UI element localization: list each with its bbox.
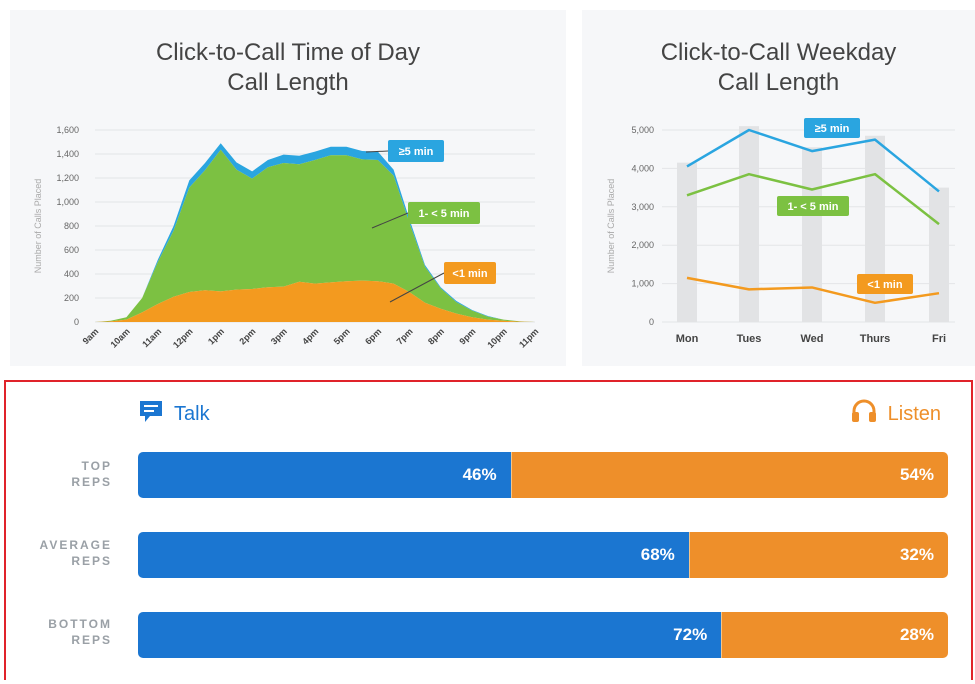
row-label-bottom-reps: BOTTOM REPS xyxy=(16,616,112,648)
row-label-line: TOP xyxy=(81,459,112,473)
total-bar xyxy=(865,135,885,322)
annotation-label: 1- < 5 min xyxy=(787,201,838,213)
bar-label-listen: 54% xyxy=(899,465,934,484)
annotation-leader-line xyxy=(365,150,389,153)
bar-segment-listen: 28% xyxy=(721,612,948,658)
annotation-label: ≥5 min xyxy=(399,146,434,158)
legend-listen-label: Listen xyxy=(887,402,941,425)
y-axis-label: Number of Calls Placed xyxy=(606,179,616,274)
weekday-title-line-1: Click-to-Call Weekday xyxy=(660,39,897,66)
x-tick-label: 9am xyxy=(81,326,101,346)
bar-bottom-reps: 72% 28% xyxy=(138,612,948,658)
total-bar xyxy=(677,162,697,322)
y-tick-label: 1,200 xyxy=(56,173,79,183)
bar-segment-talk: 72% xyxy=(138,612,722,658)
row-label-top-reps: TOP REPS xyxy=(16,458,112,490)
headphones-icon xyxy=(850,398,878,430)
bar-segment-listen: 54% xyxy=(510,452,948,498)
bar-label-listen: 28% xyxy=(899,625,934,644)
y-tick-label: 800 xyxy=(64,221,79,231)
time-of-day-title-line-1: Click-to-Call Time of Day xyxy=(155,39,421,66)
row-label-line: BOTTOM xyxy=(48,617,112,631)
x-tick-label: 1pm xyxy=(206,326,226,346)
y-tick-label: 0 xyxy=(649,317,654,327)
y-axis-label: Number of Calls Placed xyxy=(33,179,43,274)
bar-label-listen: 32% xyxy=(899,545,934,564)
x-tick-label: 11pm xyxy=(517,326,540,349)
annotation-label: ≥5 min xyxy=(815,123,850,135)
bar-average-reps: 68% 32% xyxy=(138,532,948,578)
y-tick-label: 1,600 xyxy=(56,125,79,135)
talk-listen-chart: Talk Listen TOP REPS 46% 54% AVERAGE REP… xyxy=(4,380,973,680)
chat-bubble-icon xyxy=(138,398,164,430)
legend-talk: Talk xyxy=(138,398,210,430)
annotation-label: <1 min xyxy=(867,279,902,291)
bar-segment-listen: 32% xyxy=(688,532,948,578)
annotation-label: 1- < 5 min xyxy=(418,208,469,220)
total-bar xyxy=(739,126,759,322)
bar-top-reps: 46% 54% xyxy=(138,452,948,498)
y-tick-label: 4,000 xyxy=(631,163,654,173)
x-tick-label: 10am xyxy=(108,326,131,349)
time-of-day-title-line-2: Call Length xyxy=(227,69,349,96)
weekday-chart-panel: Click-to-Call Weekday Call Length 0 1,000… xyxy=(582,10,975,366)
y-tick-label: 0 xyxy=(74,317,79,327)
x-tick-label: 9pm xyxy=(457,326,477,346)
x-tick-label: 6pm xyxy=(363,326,383,346)
bar-label-talk: 68% xyxy=(640,545,675,564)
y-tick-label: 3,000 xyxy=(631,202,654,212)
bar-label-talk: 46% xyxy=(462,465,497,484)
x-tick-label: Fri xyxy=(932,333,946,345)
bar-segment-talk: 46% xyxy=(138,452,511,498)
row-label-line: AVERAGE xyxy=(39,538,112,552)
total-bar xyxy=(802,147,822,322)
y-tick-label: 200 xyxy=(64,293,79,303)
bar-label-talk: 72% xyxy=(673,625,708,644)
y-tick-label: 400 xyxy=(64,269,79,279)
row-label-line: REPS xyxy=(71,633,112,647)
x-tick-label: 2pm xyxy=(237,326,257,346)
x-tick-label: Tues xyxy=(737,333,762,345)
y-tick-label: 1,000 xyxy=(56,197,79,207)
legend-listen: Listen xyxy=(850,398,941,430)
row-label-average-reps: AVERAGE REPS xyxy=(16,537,112,569)
annotation-label: <1 min xyxy=(452,268,487,280)
legend-talk-label: Talk xyxy=(174,402,210,425)
total-bar xyxy=(929,187,949,322)
y-tick-label: 2,000 xyxy=(631,240,654,250)
x-tick-label: 11am xyxy=(140,326,163,349)
y-tick-label: 5,000 xyxy=(631,125,654,135)
x-tick-label: Wed xyxy=(800,333,823,345)
x-tick-label: Mon xyxy=(676,333,699,345)
row-label-line: REPS xyxy=(71,475,112,489)
x-tick-label: 3pm xyxy=(269,326,289,346)
x-tick-label: 12pm xyxy=(171,326,195,350)
y-tick-label: 1,000 xyxy=(631,279,654,289)
row-label-line: REPS xyxy=(71,554,112,568)
x-tick-label: 7pm xyxy=(395,326,415,346)
y-tick-label: 600 xyxy=(64,245,79,255)
weekday-title-line-2: Call Length xyxy=(717,69,840,96)
x-tick-label: 10pm xyxy=(485,326,509,350)
x-tick-label: 5pm xyxy=(332,326,352,346)
x-tick-label: Thurs xyxy=(860,333,891,345)
x-tick-label: 8pm xyxy=(426,326,446,346)
bar-segment-talk: 68% xyxy=(138,532,689,578)
time-of-day-chart-panel: Click-to-Call Time of Day Call Length 0 2… xyxy=(10,10,566,366)
x-tick-label: 4pm xyxy=(300,326,320,346)
y-tick-label: 1,400 xyxy=(56,149,79,159)
time-of-day-chart-title: Click-to-Call Time of Day Call Length xyxy=(10,38,566,98)
weekday-chart-title: Click-to-Call Weekday Call Length xyxy=(582,38,975,98)
